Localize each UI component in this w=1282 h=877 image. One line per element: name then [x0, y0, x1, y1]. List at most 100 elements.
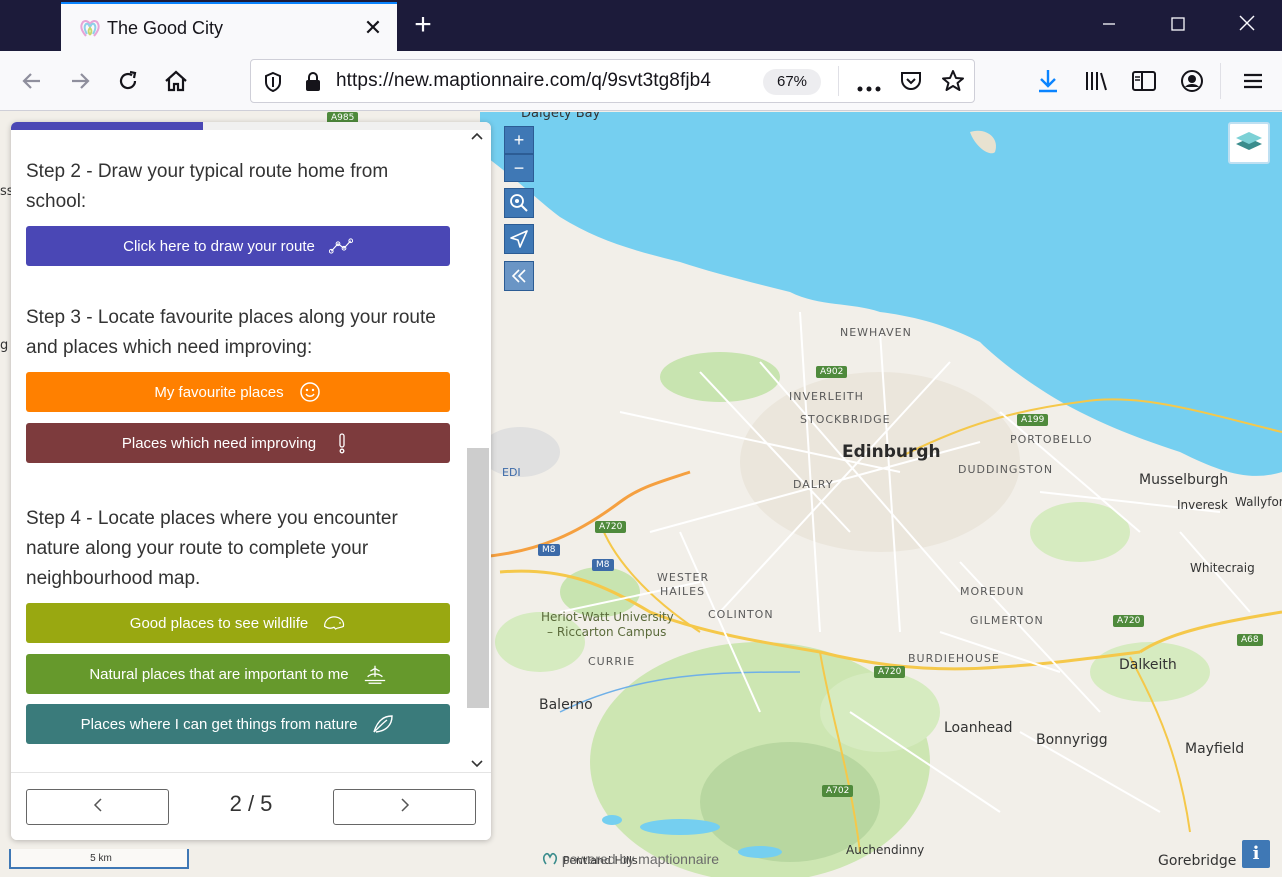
map-label: g: [0, 338, 9, 353]
maptionnaire-logo-icon: [542, 851, 558, 870]
shield-icon[interactable]: [263, 71, 283, 98]
nature-resources-label: Places where I can get things from natur…: [80, 715, 358, 733]
route-icon: [328, 234, 353, 258]
tab-bar: The Good City ✕ +: [0, 0, 1282, 51]
wildlife-places-button[interactable]: Good places to see wildlife: [26, 603, 450, 643]
favourite-places-label: My favourite places: [154, 383, 284, 401]
zoom-in-button[interactable]: +: [504, 126, 534, 154]
natural-places-button[interactable]: Natural places that are important to me: [26, 654, 450, 694]
search-location-icon[interactable]: [504, 188, 534, 218]
map-label: Auchendinny: [846, 843, 925, 857]
map-label: Wallyfor: [1235, 495, 1282, 509]
map-label: BURDIEHOUSE: [908, 652, 1000, 665]
nature-resources-button[interactable]: Places where I can get things from natur…: [26, 704, 450, 744]
map-label: WESTER: [657, 571, 710, 584]
tab-the-good-city[interactable]: The Good City ✕: [61, 2, 397, 51]
map-label: STOCKBRIDGE: [800, 413, 891, 426]
map-label: COLINTON: [708, 608, 774, 621]
step-3-text: Step 3 - Locate favourite places along y…: [26, 307, 436, 358]
map-label: Inveresk: [1177, 498, 1228, 512]
map-label: Bonnyrigg: [1036, 732, 1108, 748]
draw-route-button-label: Click here to draw your route: [123, 237, 315, 255]
home-icon[interactable]: [160, 65, 192, 97]
scale-label: 5 km: [90, 853, 112, 864]
reload-icon[interactable]: [112, 65, 144, 97]
map-scale-bar: 5 km: [9, 849, 189, 869]
powered-by-label: powered by maptionnaire: [542, 851, 719, 870]
map-label: Loanhead: [944, 720, 1013, 736]
map-label: Dalgety Bay: [521, 112, 601, 121]
landscape-icon: [363, 662, 387, 686]
maximize-icon[interactable]: [1155, 8, 1201, 42]
close-window-icon[interactable]: [1224, 8, 1270, 42]
map-label: Whitecraig: [1190, 561, 1255, 575]
road-badge: A702: [822, 785, 854, 797]
scrollbar-thumb[interactable]: [467, 448, 489, 708]
places-need-improving-button[interactable]: Places which need improving: [26, 423, 450, 463]
scroll-up-icon[interactable]: [470, 128, 484, 146]
collapse-panel-icon[interactable]: [504, 261, 534, 291]
airport-label: EDI: [502, 466, 521, 479]
maptionnaire-favicon-icon: [79, 18, 101, 38]
road-badge: A720: [874, 666, 906, 678]
map-label: Dalkeith: [1119, 657, 1177, 673]
navigation-toolbar: https://new.maptionnaire.com/q/9svt3tg8f…: [0, 51, 1282, 111]
tab-title: The Good City: [107, 18, 224, 38]
pocket-icon[interactable]: [899, 70, 923, 97]
favourite-places-button[interactable]: My favourite places: [26, 372, 450, 412]
minimize-icon[interactable]: [1086, 8, 1132, 42]
map-label: CURRIE: [588, 655, 636, 668]
forward-arrow-icon[interactable]: [64, 65, 96, 97]
panel-footer: 2 / 5: [11, 772, 491, 840]
powered-by-text: powered by maptionnaire: [561, 851, 720, 868]
map-label-university: Heriot-Watt University: [541, 610, 674, 624]
downloads-icon[interactable]: [1032, 65, 1064, 97]
page-indicator: 2 / 5: [229, 791, 273, 816]
sidebar-icon[interactable]: [1128, 65, 1160, 97]
new-tab-button[interactable]: +: [408, 10, 438, 40]
map-label: Mayfield: [1185, 741, 1245, 757]
layers-button[interactable]: [1228, 122, 1270, 164]
map-label: MOREDUN: [960, 585, 1025, 598]
wildlife-places-label: Good places to see wildlife: [129, 614, 309, 632]
step-4-text: Step 4 - Locate places where you encount…: [26, 508, 398, 589]
library-icon[interactable]: [1080, 65, 1112, 97]
map-label: DUDDINGSTON: [958, 463, 1054, 476]
road-badge: A720: [1113, 615, 1145, 627]
map-label-city: Edinburgh: [842, 442, 941, 462]
zoom-level-badge[interactable]: 67%: [763, 69, 821, 95]
hedgehog-icon: [322, 611, 346, 635]
map-label: INVERLEITH: [789, 390, 864, 403]
lock-icon[interactable]: [303, 71, 323, 98]
back-arrow-icon[interactable]: [16, 65, 48, 97]
url-text[interactable]: https://new.maptionnaire.com/q/9svt3tg8f…: [336, 70, 711, 92]
map-label-university: – Riccarton Campus: [547, 625, 667, 639]
info-button[interactable]: i: [1242, 840, 1270, 868]
exclamation-icon: [330, 431, 354, 455]
road-badge: A68: [1237, 634, 1263, 646]
chevron-right-icon: [399, 796, 411, 819]
road-badge: M8: [538, 544, 560, 556]
map-label: PORTOBELLO: [1010, 433, 1093, 446]
geolocate-icon[interactable]: [504, 224, 534, 254]
account-icon[interactable]: [1176, 65, 1208, 97]
bookmark-star-icon[interactable]: [941, 69, 965, 98]
map-label: Musselburgh: [1139, 472, 1229, 488]
map-label: HAILES: [660, 585, 706, 598]
zoom-out-button[interactable]: −: [504, 154, 534, 182]
layers-icon: [1234, 128, 1264, 159]
road-badge: A199: [1017, 414, 1049, 426]
more-actions-icon[interactable]: [857, 79, 881, 97]
menu-hamburger-icon[interactable]: [1237, 65, 1269, 97]
natural-places-label: Natural places that are important to me: [89, 665, 349, 683]
toolbar-divider: [1220, 63, 1221, 99]
previous-page-button[interactable]: [26, 789, 169, 825]
map-label: DALRY: [793, 478, 834, 491]
draw-route-button[interactable]: Click here to draw your route: [26, 226, 450, 266]
browser-window: The Good City ✕ + https://new.maptionnai…: [0, 0, 1282, 877]
road-badge: A720: [595, 521, 627, 533]
road-badge: A902: [816, 366, 848, 378]
address-bar[interactable]: https://new.maptionnaire.com/q/9svt3tg8f…: [250, 59, 975, 103]
close-tab-icon[interactable]: ✕: [361, 16, 385, 40]
next-page-button[interactable]: [333, 789, 476, 825]
